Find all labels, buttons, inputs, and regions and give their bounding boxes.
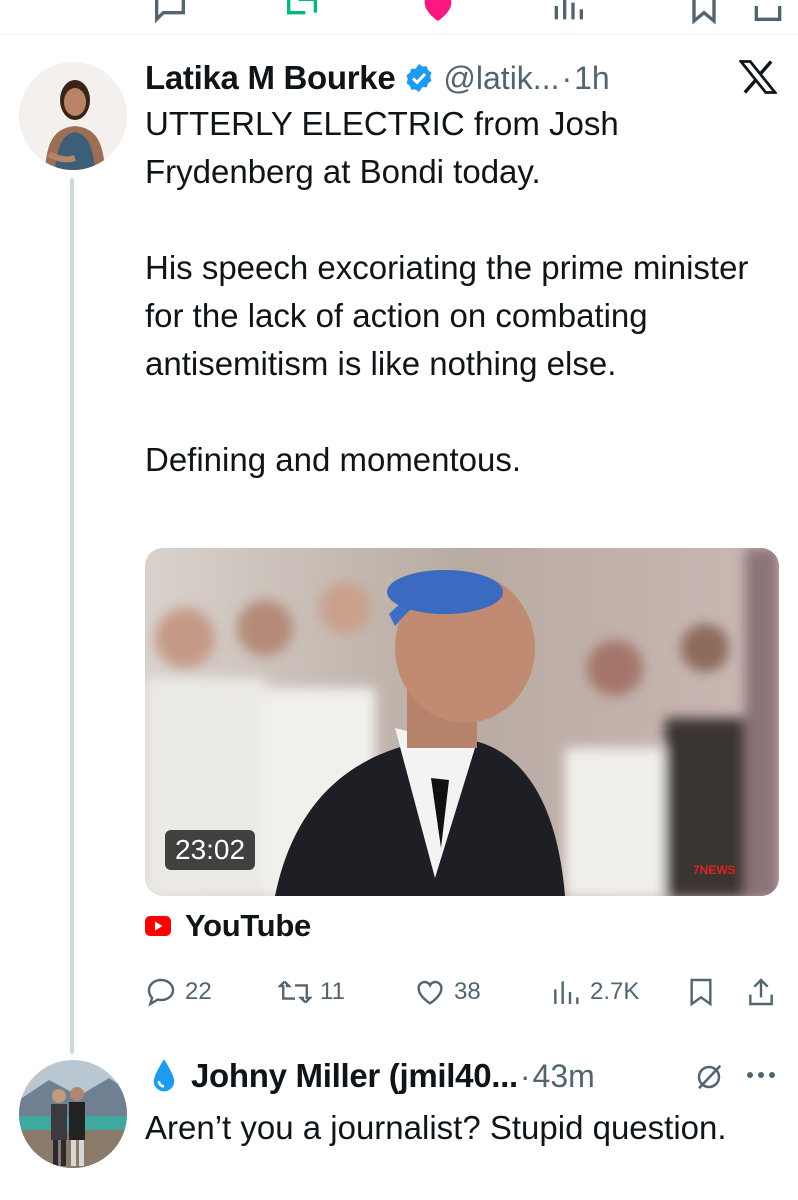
share-icon[interactable]	[748, 0, 788, 26]
reply-icon	[147, 978, 175, 1007]
like-button[interactable]: 38	[414, 970, 481, 1014]
repost-icon	[278, 980, 312, 1004]
separator-dot: ·	[561, 59, 573, 96]
x-logo-icon[interactable]	[739, 60, 777, 94]
views-icon[interactable]	[548, 0, 588, 26]
bookmark-icon	[690, 978, 712, 1007]
previous-tweet-action-bar	[0, 0, 798, 35]
heart-icon	[417, 980, 443, 1005]
reply-icon[interactable]	[150, 0, 190, 26]
verified-badge-icon	[406, 64, 432, 92]
view-count: 2.7K	[590, 978, 640, 1005]
separator-dot: ·	[519, 1057, 531, 1094]
video-duration-badge: 23:02	[165, 830, 256, 870]
tweet-paragraph: Defining and momentous.	[145, 441, 522, 478]
reply-button[interactable]: 22	[145, 970, 212, 1014]
link-source[interactable]: YouTube	[145, 904, 311, 948]
bookmark-button[interactable]	[686, 970, 716, 1014]
tweet-paragraph: His speech excoriating the prime ministe…	[145, 249, 749, 382]
tweet-text: UTTERLY ELECTRIC from Josh Frydenberg at…	[145, 100, 785, 484]
tweet-timestamp[interactable]: 1h	[574, 60, 610, 97]
repost-icon[interactable]	[282, 0, 322, 26]
grok-icon[interactable]	[694, 1062, 724, 1092]
share-icon	[749, 978, 773, 1006]
reply-timestamp[interactable]: 43m	[533, 1058, 595, 1095]
share-button[interactable]	[746, 970, 776, 1014]
youtube-icon	[145, 916, 171, 936]
video-watermark: 7NEWS	[693, 863, 736, 877]
repost-count: 11	[320, 978, 345, 1005]
like-icon[interactable]	[418, 0, 458, 26]
views-icon	[554, 981, 579, 1004]
reply-text: Aren’t you a journalist? Stupid question…	[145, 1109, 727, 1146]
like-count: 38	[454, 978, 481, 1005]
reply-count: 22	[185, 978, 212, 1005]
tweet-header: Latika M Bourke @latik... · 1h	[145, 56, 610, 100]
reply-header: Johny Miller (jmil40... · 43m	[145, 1054, 595, 1098]
link-source-label: YouTube	[185, 908, 311, 943]
author-name[interactable]: Latika M Bourke	[145, 59, 396, 97]
water-drop-icon	[153, 1059, 175, 1092]
tweet-paragraph: UTTERLY ELECTRIC from Josh Frydenberg at…	[145, 105, 619, 190]
views-button[interactable]: 2.7K	[550, 970, 639, 1014]
author-avatar[interactable]	[19, 62, 127, 170]
repost-button[interactable]: 11	[278, 970, 345, 1014]
bookmark-icon[interactable]	[684, 0, 724, 26]
reply-author-name[interactable]: Johny Miller (jmil40...	[191, 1057, 518, 1095]
video-thumbnail[interactable]: 7NEWS 23:02	[145, 548, 779, 896]
author-handle[interactable]: @latik...	[443, 60, 559, 97]
reply-author-avatar[interactable]	[19, 1060, 127, 1168]
thread-connector-line	[70, 178, 74, 1054]
more-options-icon[interactable]	[744, 1068, 778, 1082]
